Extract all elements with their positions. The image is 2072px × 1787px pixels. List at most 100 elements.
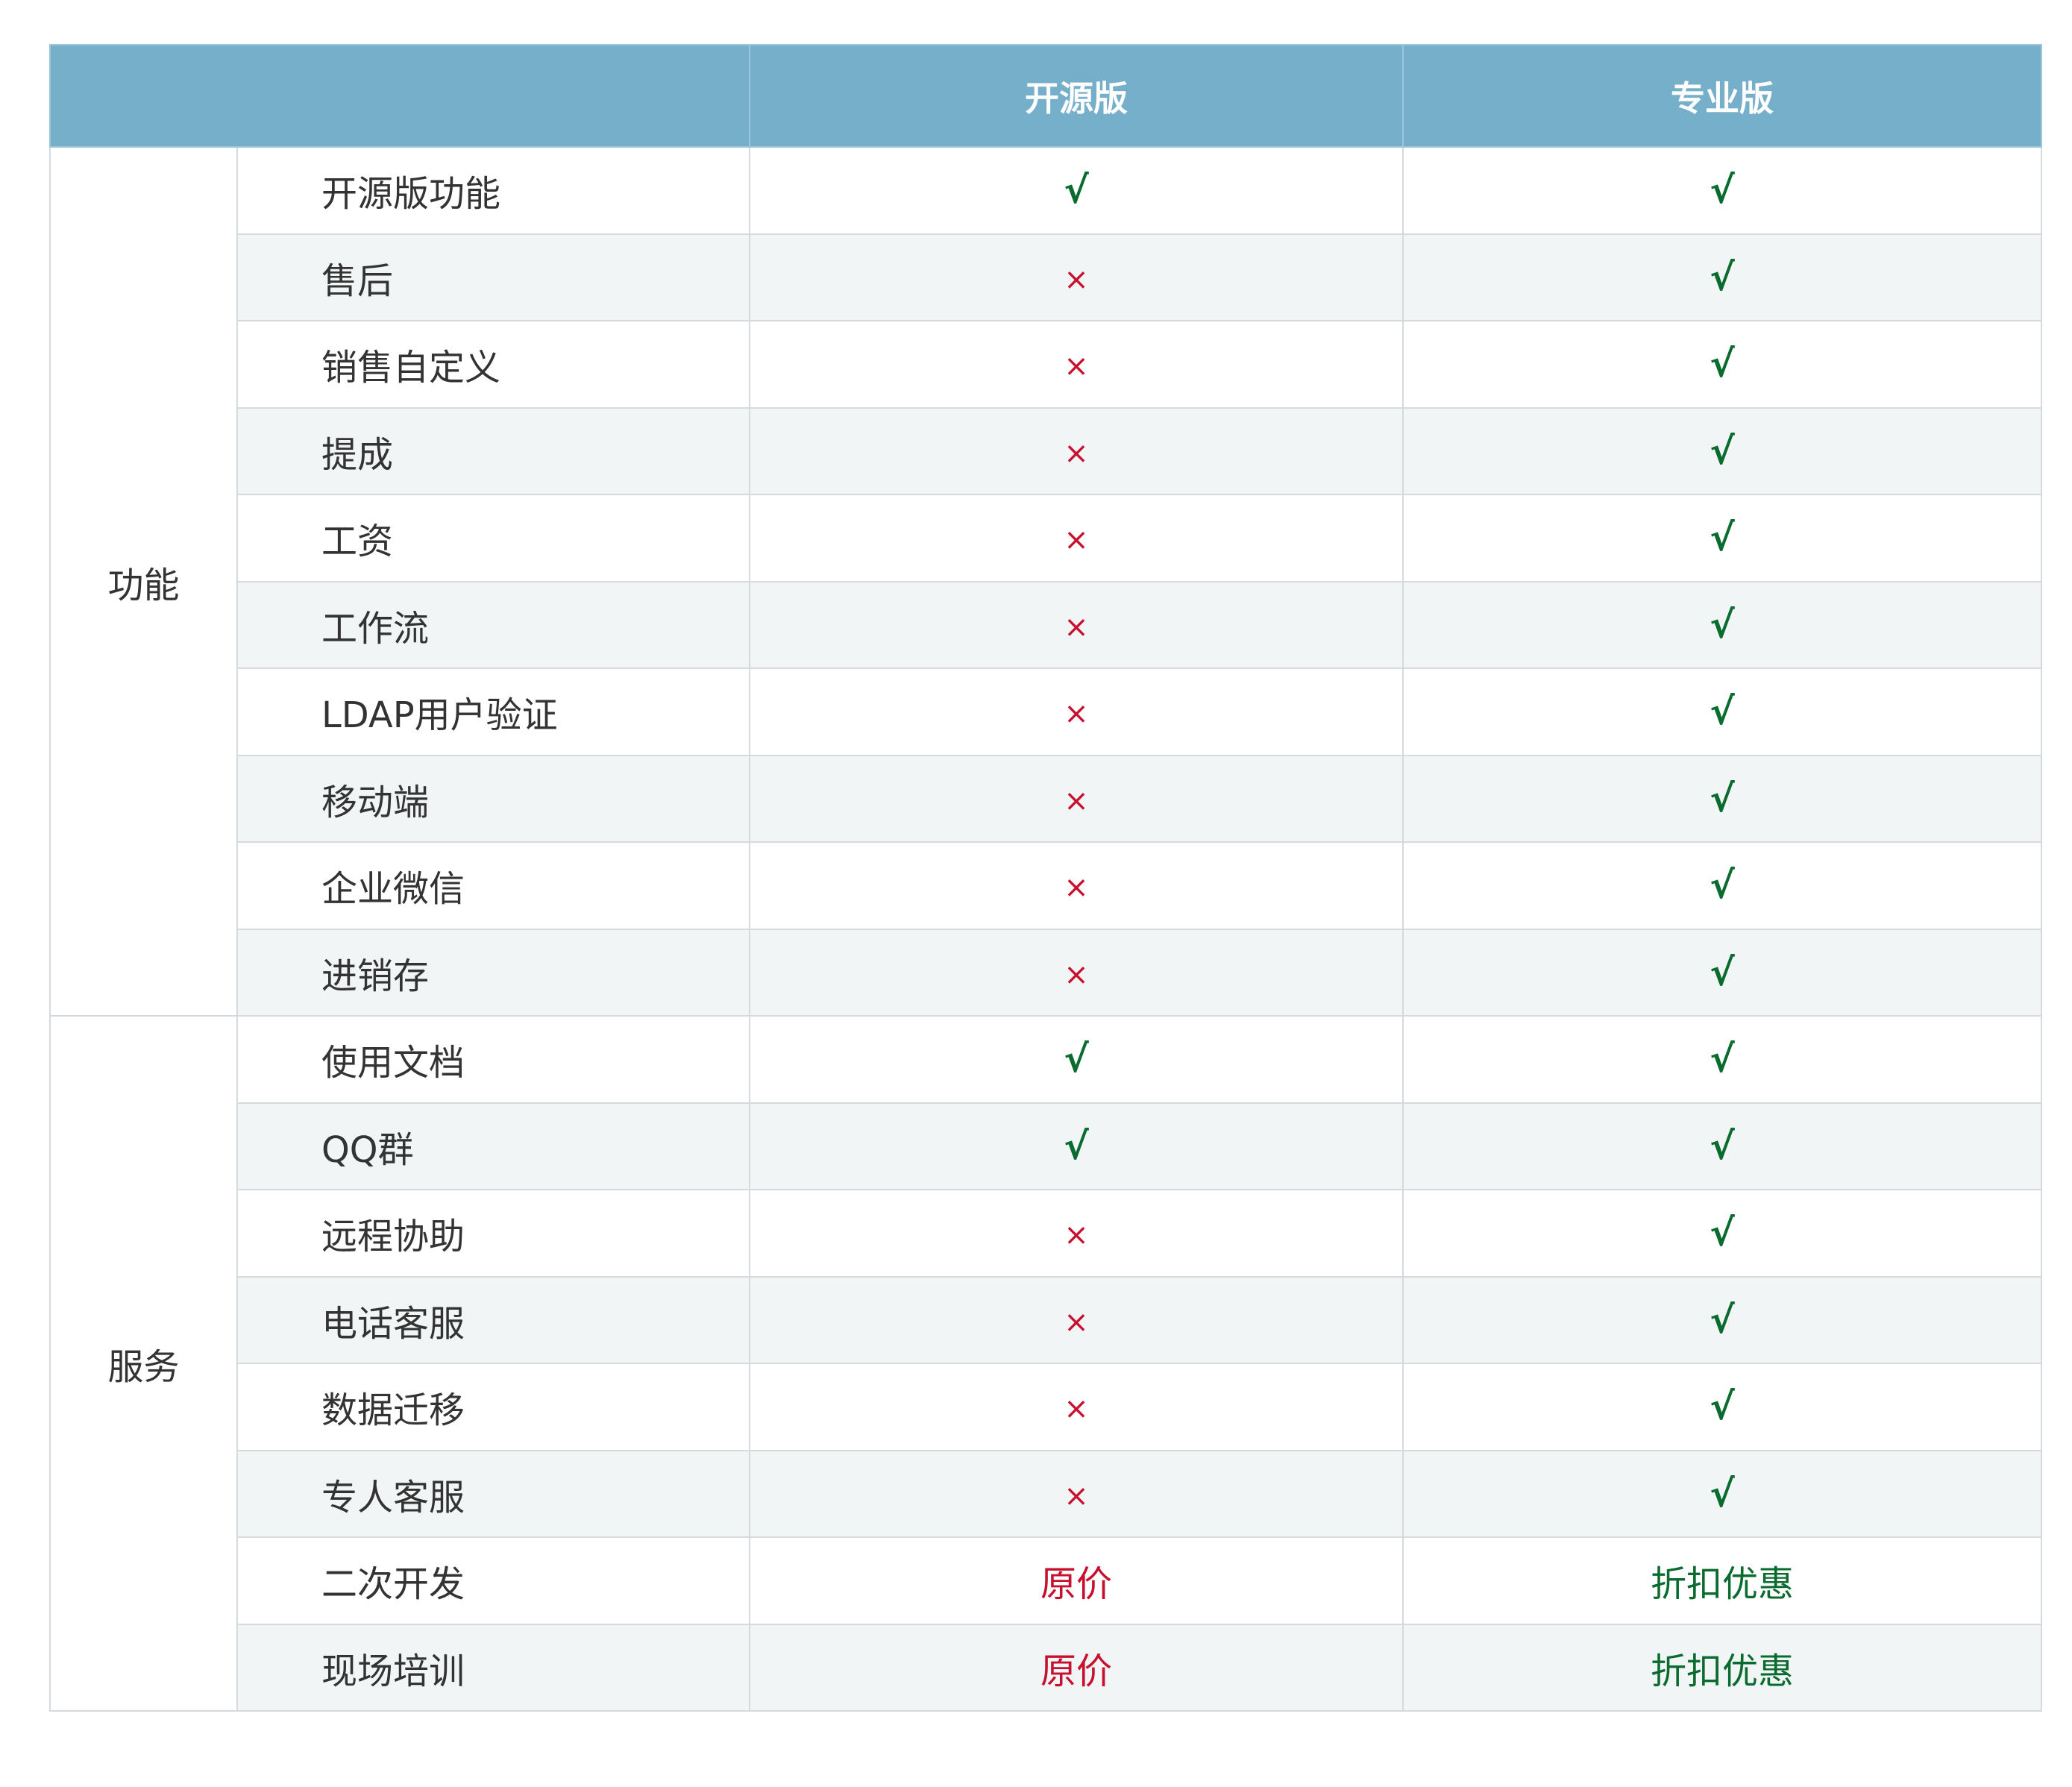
professional-value-cell: √: [1402, 320, 2042, 409]
table-body: 功能 开源版功能 √ √ 售后 × √ 销售自定义 × √ 提成 × √ 工资 × √ 工作流 × √ LDAP用户验…: [49, 146, 2042, 1712]
cross-mark-icon: ×: [1064, 1478, 1089, 1513]
check-mark-icon: √: [1064, 1124, 1089, 1168]
check-mark-icon: √: [1710, 1211, 1735, 1255]
feature-cell: QQ群: [236, 1102, 750, 1190]
open-source-value-cell: ×: [749, 1275, 1404, 1364]
check-mark-icon: √: [1710, 342, 1735, 386]
professional-value-cell: √: [1402, 1363, 2042, 1451]
feature-cell: 提成: [236, 406, 750, 495]
professional-value-cell: 折扣优惠: [1402, 1623, 2042, 1712]
open-source-value-cell: ×: [749, 580, 1404, 669]
professional-value-cell: √: [1402, 406, 2042, 495]
open-source-value-cell: ×: [749, 233, 1404, 321]
table-row: 二次开发 原价 折扣优惠: [50, 1536, 2042, 1625]
open-source-value-cell: ×: [749, 754, 1404, 843]
feature-cell: 工作流: [236, 580, 750, 669]
professional-value-cell: √: [1402, 146, 2042, 235]
check-mark-icon: √: [1064, 169, 1089, 213]
cross-mark-icon: ×: [1064, 1304, 1089, 1340]
table-row: 销售自定义 × √: [50, 320, 2042, 409]
table-row: 工资 × √: [50, 494, 2042, 582]
check-mark-icon: √: [1710, 1472, 1735, 1516]
cross-mark-icon: ×: [1064, 697, 1089, 732]
feature-cell: 工资: [236, 494, 750, 582]
professional-value-cell: √: [1402, 494, 2042, 582]
check-mark-icon: √: [1710, 1124, 1735, 1168]
professional-value-cell: √: [1402, 1015, 2042, 1104]
feature-cell: 移动端: [236, 754, 750, 843]
feature-cell: 现场培训: [236, 1623, 750, 1712]
check-mark-icon: √: [1064, 1037, 1089, 1081]
feature-cell: LDAP用户验证: [236, 668, 750, 756]
check-mark-icon: √: [1710, 950, 1735, 994]
professional-value-cell: √: [1402, 754, 2042, 843]
professional-value-cell: √: [1402, 1275, 2042, 1364]
cross-mark-icon: ×: [1064, 870, 1089, 905]
open-source-value-cell: √: [749, 1102, 1404, 1190]
cross-mark-icon: ×: [1064, 609, 1089, 644]
table-row: 提成 × √: [50, 406, 2042, 495]
check-mark-icon: √: [1710, 690, 1735, 734]
open-source-value-cell: 原价: [749, 1623, 1404, 1712]
check-mark-icon: √: [1710, 1385, 1735, 1429]
open-source-value-cell: √: [749, 146, 1404, 235]
original-price-text: 原价: [1040, 1650, 1112, 1692]
professional-value-cell: √: [1402, 928, 2042, 1017]
table-row: 工作流 × √: [50, 580, 2042, 669]
cross-mark-icon: ×: [1064, 1218, 1089, 1253]
header-blank-cell: [49, 44, 750, 148]
cross-mark-icon: ×: [1064, 349, 1089, 384]
professional-value-cell: 折扣优惠: [1402, 1536, 2042, 1625]
check-mark-icon: √: [1710, 429, 1735, 473]
cross-mark-icon: ×: [1064, 957, 1089, 992]
open-source-value-cell: ×: [749, 1189, 1404, 1278]
professional-value-cell: √: [1402, 841, 2042, 930]
check-mark-icon: √: [1710, 255, 1735, 299]
table-row: 移动端 × √: [50, 754, 2042, 843]
check-mark-icon: √: [1710, 169, 1735, 213]
category-cell: 功能: [49, 146, 238, 1017]
open-source-value-cell: ×: [749, 320, 1404, 409]
feature-cell: 进销存: [236, 928, 750, 1017]
professional-value-cell: √: [1402, 668, 2042, 756]
open-source-value-cell: ×: [749, 1363, 1404, 1451]
feature-cell: 远程协助: [236, 1189, 750, 1278]
table-row: QQ群 √ √: [50, 1102, 2042, 1190]
discount-text: 折扣优惠: [1650, 1650, 1794, 1692]
table-row: 企业微信 × √: [50, 841, 2042, 930]
check-mark-icon: √: [1710, 864, 1735, 908]
header-open-source: 开源版: [749, 44, 1404, 148]
discount-text: 折扣优惠: [1650, 1563, 1794, 1606]
open-source-value-cell: √: [749, 1015, 1404, 1104]
feature-cell: 数据迁移: [236, 1363, 750, 1451]
cross-mark-icon: ×: [1064, 262, 1089, 297]
category-cell: 服务: [49, 1015, 238, 1712]
professional-value-cell: √: [1402, 1102, 2042, 1190]
open-source-value-cell: ×: [749, 494, 1404, 582]
feature-cell: 使用文档: [236, 1015, 750, 1104]
feature-cell: 开源版功能: [236, 146, 750, 235]
table-row: 现场培训 原价 折扣优惠: [50, 1623, 2042, 1712]
open-source-value-cell: 原价: [749, 1536, 1404, 1625]
cross-mark-icon: ×: [1064, 436, 1089, 471]
table-row: 售后 × √: [50, 233, 2042, 321]
check-mark-icon: √: [1710, 1298, 1735, 1342]
professional-value-cell: √: [1402, 1449, 2042, 1538]
feature-cell: 二次开发: [236, 1536, 750, 1625]
open-source-value-cell: ×: [749, 406, 1404, 495]
table-row: 数据迁移 × √: [50, 1363, 2042, 1451]
open-source-value-cell: ×: [749, 928, 1404, 1017]
professional-value-cell: √: [1402, 233, 2042, 321]
check-mark-icon: √: [1710, 516, 1735, 560]
table-row: 远程协助 × √: [50, 1189, 2042, 1278]
table-row: 电话客服 × √: [50, 1275, 2042, 1364]
check-mark-icon: √: [1710, 603, 1735, 647]
check-mark-icon: √: [1710, 1037, 1735, 1081]
feature-cell: 销售自定义: [236, 320, 750, 409]
open-source-value-cell: ×: [749, 1449, 1404, 1538]
open-source-value-cell: ×: [749, 841, 1404, 930]
check-mark-icon: √: [1710, 776, 1735, 820]
feature-cell: 电话客服: [236, 1275, 750, 1364]
header-professional: 专业版: [1402, 44, 2042, 148]
header-row: 开源版 专业版: [49, 44, 2042, 148]
